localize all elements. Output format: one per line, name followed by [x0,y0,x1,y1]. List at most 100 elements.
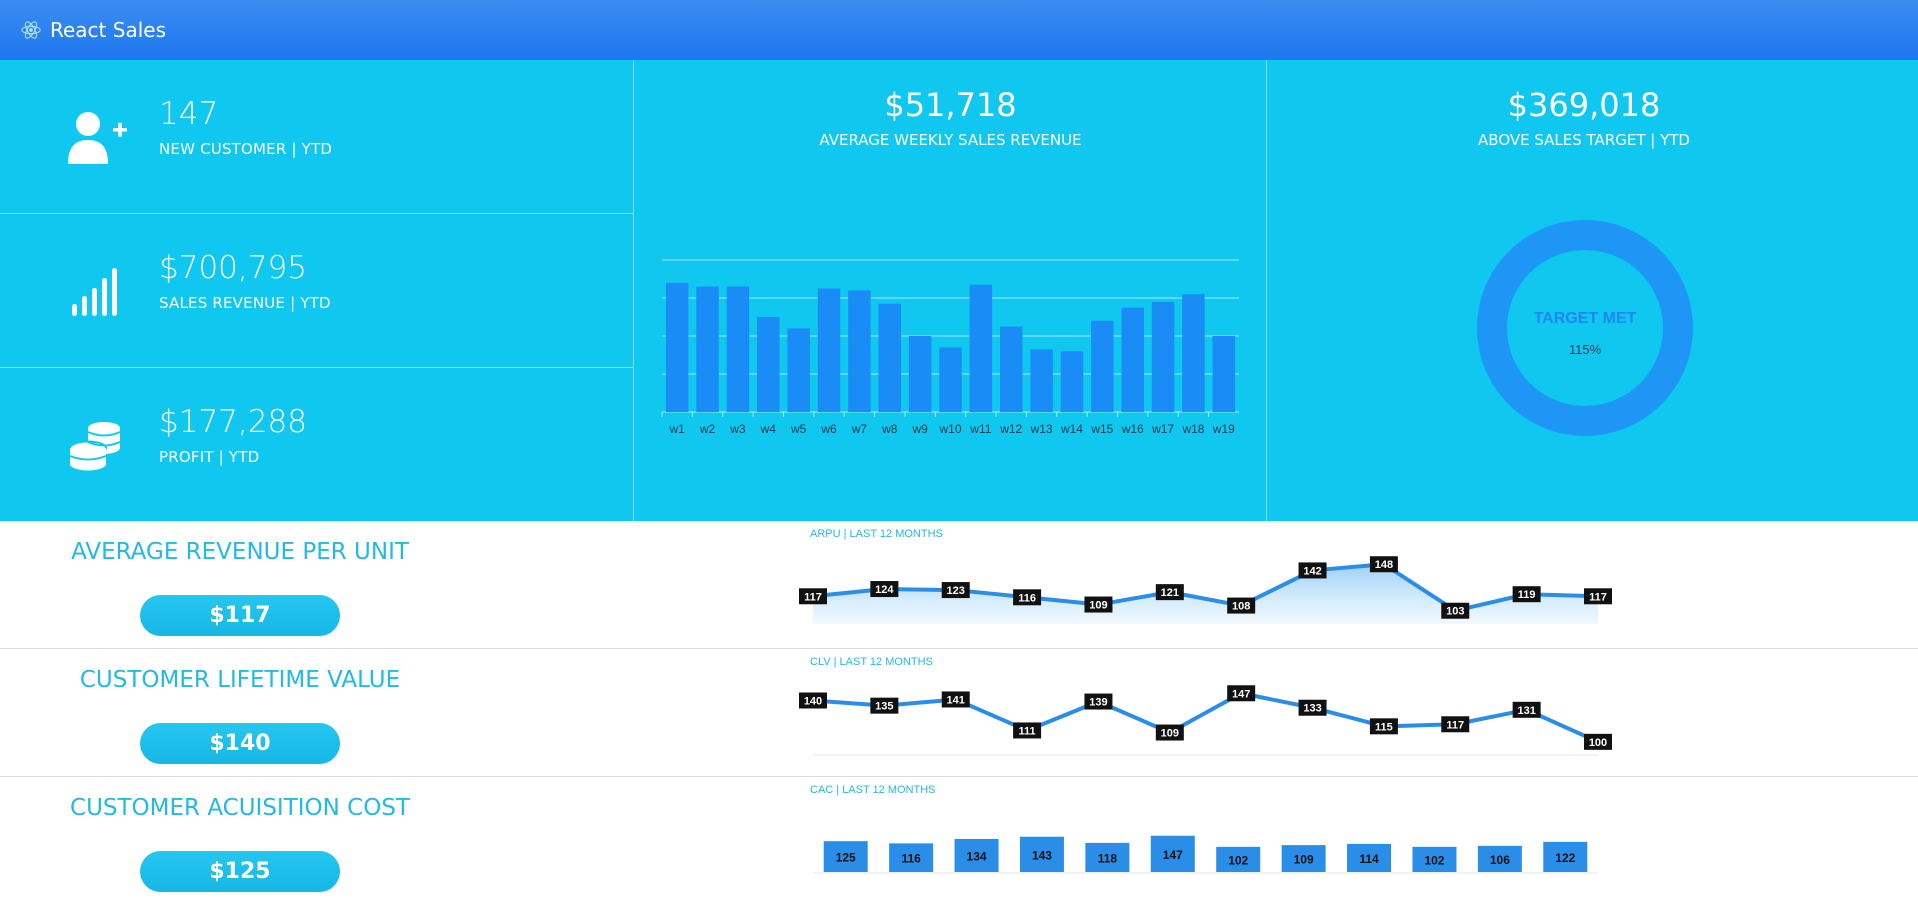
data-label: 121 [1161,587,1179,599]
data-label: 100 [1589,737,1607,749]
x-tick-label: w16 [1121,422,1144,436]
bar-w13 [1030,349,1053,412]
donut-label: TARGET MET [1533,310,1637,327]
bar-w10 [939,347,962,412]
kpi-sales-revenue: $700,795 SALES REVENUE | YTD [0,214,634,368]
data-label: 147 [1163,848,1183,862]
x-tick-label: w14 [1060,422,1083,436]
x-tick-label: w4 [760,422,777,436]
bar-w12 [1000,326,1023,412]
x-tick-label: w6 [820,422,837,436]
data-label: 134 [967,849,987,863]
bar-w9 [908,336,932,412]
x-tick-label: w5 [790,422,807,436]
data-label: 140 [804,696,822,708]
app-header: React Sales [0,0,1918,60]
bar-w2 [696,286,719,412]
bar-w7 [848,290,871,412]
data-label: 109 [1161,728,1179,740]
bar-w16 [1121,307,1144,412]
data-label: 142 [1303,565,1321,577]
kpi-value: $700,795 [159,250,307,286]
x-tick-label: w11 [969,422,991,436]
data-label: 117 [1589,591,1607,603]
data-label: 122 [1555,851,1575,865]
bar-w11 [969,284,993,412]
series-line [812,691,1599,744]
x-tick-label: w12 [999,422,1022,436]
kpi-value: 147 [159,96,219,132]
data-label: 131 [1517,705,1535,717]
data-label: 117 [1446,719,1464,731]
bar-w3 [726,286,750,412]
x-tick-label: w1 [669,422,686,436]
target-value: $369,018 [1507,86,1661,124]
data-label: 123 [947,585,965,597]
x-tick-label: w19 [1212,422,1235,436]
bar-w4 [757,317,780,412]
kpi-label: SALES REVENUE | YTD [159,294,331,312]
bar-w19 [1212,336,1236,412]
x-tick-label: w13 [1030,422,1053,436]
donut-percent: 115% [1568,342,1602,357]
weekly-revenue-panel: $51,718 AVERAGE WEEKLY SALES REVENUE w1 w… [634,60,1267,521]
react-logo-icon [21,21,41,39]
data-label: 103 [1446,606,1464,618]
data-label: 143 [1032,848,1052,862]
data-label: 102 [1424,853,1444,867]
area-fill [813,564,1598,624]
sales-target-panel: $369,018 ABOVE SALES TARGET | YTD TARGET… [1267,60,1918,521]
x-tick-label: w3 [729,422,746,436]
x-tick-label: w10 [938,422,961,436]
target-label: ABOVE SALES TARGET | YTD [1478,131,1690,149]
coins-icon [69,422,121,471]
bar-w18 [1182,294,1205,412]
target-donut-chart: TARGET MET 115% [1477,220,1693,436]
bar-w17 [1151,301,1175,412]
bar-w6 [817,288,841,412]
signal-bars-icon [72,268,117,316]
clv-chart: 140 135 141 111 139 109 147 133 115 117 131 100 [799,685,1612,756]
bar-w5 [787,328,810,412]
bar-w15 [1091,320,1114,412]
cac-chart: 125 116 134 143 118 147 102 109 114 102 106 122 [813,835,1598,874]
data-label: 135 [875,701,893,713]
data-label: 116 [1018,592,1036,604]
data-label: 106 [1490,853,1510,867]
data-label: 141 [947,694,965,706]
kpi-label: NEW CUSTOMER | YTD [159,140,333,158]
bar-w1 [665,282,689,412]
data-label: 118 [1098,851,1118,865]
kpi-new-customers: 147 NEW CUSTOMER | YTD [0,60,634,214]
data-label: 109 [1089,600,1107,612]
data-label: 147 [1232,688,1250,700]
x-tick-label: w15 [1090,422,1113,436]
cac-row: CUSTOMER ACUISITION COST $125 CAC | LAST… [0,777,1918,905]
app-title: React Sales [50,18,166,42]
x-tick-label: w2 [699,422,716,436]
data-label: 148 [1375,559,1393,571]
arpu-chart: 117 124 123 116 109 121 108 142 148 103 119 117 [799,556,1612,624]
data-label: 115 [1375,721,1393,733]
data-label: 109 [1294,853,1314,867]
bar-w8 [878,303,901,412]
x-tick-label: w9 [911,422,928,436]
data-label: 117 [804,591,822,603]
data-label: 133 [1303,703,1321,715]
data-label: 108 [1232,601,1250,613]
data-label: 102 [1228,853,1248,867]
x-tick-label: w18 [1181,422,1204,436]
data-label: 116 [901,852,921,866]
arpu-row: AVERAGE REVENUE PER UNIT $117 ARPU | LAS… [0,521,1918,649]
kpi-column: 147 NEW CUSTOMER | YTD $700,795 SALES RE… [0,60,634,521]
weekly-revenue-chart: w1 w2 w3 w4 w5 w6 w7 w8 w9 w10 w11 w12 w13 w14 w15 w16 w… [661,259,1239,436]
x-tick-label: w8 [881,422,898,436]
bar-w14 [1060,351,1084,412]
data-label: 111 [1019,725,1036,737]
data-label: 125 [836,851,856,865]
x-tick-label: w17 [1151,422,1174,436]
x-tick-label: w7 [851,422,868,436]
kpi-label: PROFIT | YTD [159,448,260,466]
kpi-band: 147 NEW CUSTOMER | YTD $700,795 SALES RE… [0,60,1918,521]
data-label: 139 [1089,697,1107,709]
